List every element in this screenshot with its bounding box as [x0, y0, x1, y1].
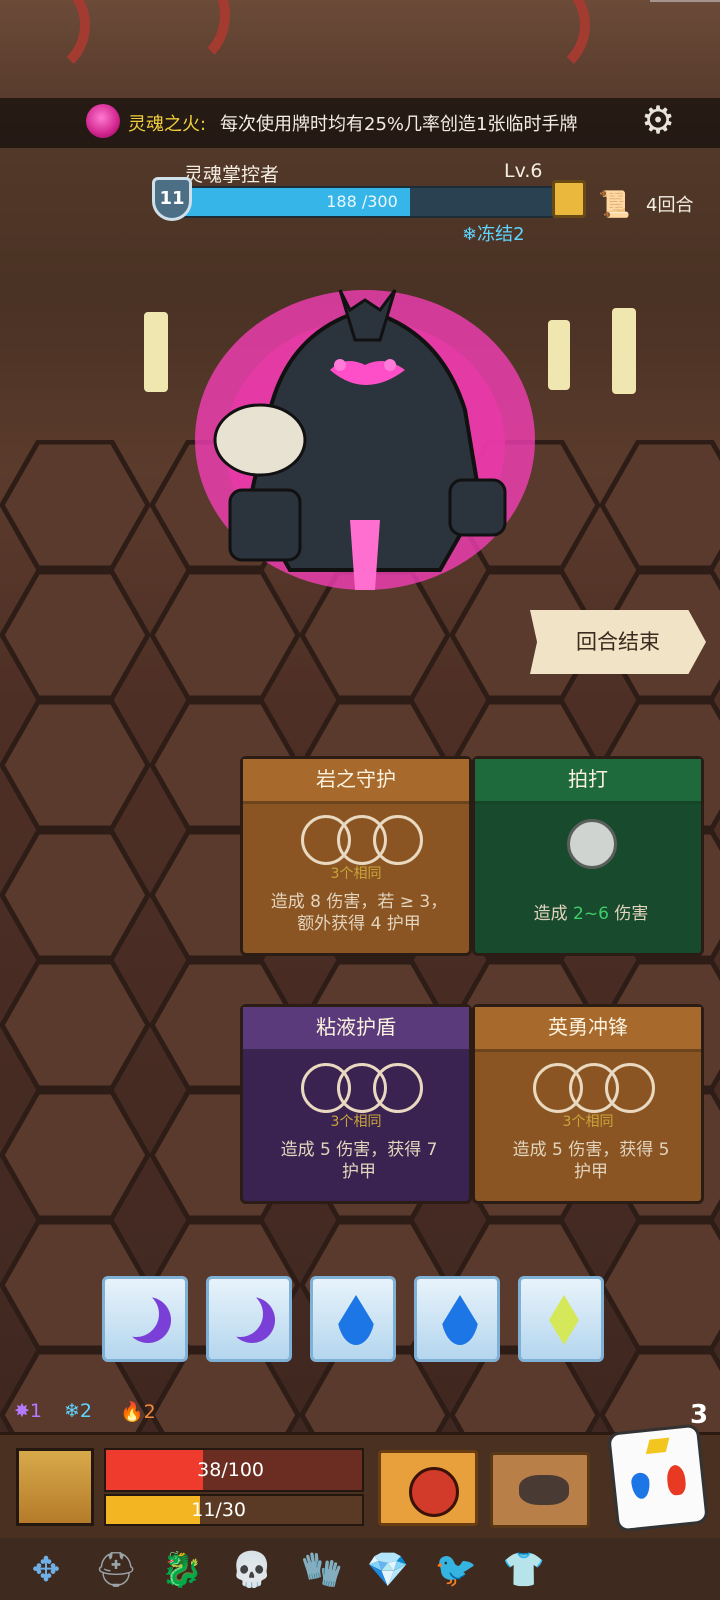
die-moon[interactable]	[102, 1276, 188, 1362]
player-portrait[interactable]	[16, 1448, 94, 1526]
dagger-icon	[519, 1475, 569, 1505]
scroll-icon: 📜	[598, 190, 631, 220]
card-title: 岩之守护	[243, 759, 469, 804]
enemy-hp-bar: 188 /300	[170, 186, 554, 218]
status-fire-count: 2	[143, 1401, 156, 1423]
dice-slot[interactable]	[373, 1063, 423, 1113]
spider-web	[650, 0, 720, 72]
skill-fist-button[interactable]	[378, 1450, 478, 1526]
helmet-icon[interactable]: ⛑	[90, 1544, 142, 1596]
player-energy-text: 11/30	[191, 1499, 246, 1521]
player-hp-text: 38/100	[197, 1459, 264, 1481]
player-energy-bar: 11/30	[104, 1494, 364, 1526]
card-effect-line: 额外获得 4 护甲	[297, 914, 421, 934]
enemy-hp-text: 188 /300	[326, 192, 398, 211]
die-moon[interactable]	[206, 1276, 292, 1362]
blue-dragon-icon[interactable]: 🐉	[156, 1544, 208, 1596]
status-frost-count: 2	[79, 1400, 93, 1422]
fire-icon: 🔥	[120, 1401, 144, 1423]
candle	[612, 308, 636, 394]
pink-flame-skull-icon	[86, 104, 120, 138]
snowflake-icon: ❄	[64, 1400, 80, 1422]
status-fire: 🔥2	[120, 1400, 156, 1423]
damage-range: 2~6	[573, 904, 609, 924]
status-frost: ❄2	[64, 1400, 92, 1422]
dice-slot-icon[interactable]	[567, 819, 617, 869]
card-effect-prefix: 造成	[533, 904, 574, 924]
gauntlet-icon[interactable]: 🧤	[296, 1544, 348, 1596]
compass-icon[interactable]: ✥	[20, 1544, 72, 1596]
card-requirement: 3个相同	[330, 1114, 382, 1130]
moon-icon	[229, 1297, 275, 1343]
golden-bird-icon[interactable]: 🐦	[430, 1544, 482, 1596]
buff-name: 灵魂之火:	[128, 114, 207, 135]
fist-icon	[409, 1467, 459, 1517]
enemy-name: 灵魂掌控者	[184, 164, 280, 186]
card-effect: 造成 2~6 伤害	[483, 903, 699, 925]
card-effect-suffix: 伤害	[608, 904, 649, 924]
blue-tunic-icon[interactable]: 👕	[498, 1544, 550, 1596]
purple-spark-icon: ✸	[14, 1400, 30, 1422]
enemy-level: Lv.6	[504, 160, 543, 182]
candle	[548, 320, 570, 390]
reroll-die-button[interactable]	[607, 1423, 709, 1533]
dice-slots[interactable]	[301, 1063, 423, 1113]
status-purple-count: 1	[29, 1400, 43, 1422]
enemy-armor-value: 11	[159, 188, 185, 209]
water-drop-icon	[630, 1471, 652, 1500]
end-turn-button[interactable]: 回合结束	[530, 610, 706, 674]
buff-description: 每次使用牌时均有25%几率创造1张临时手牌	[220, 114, 578, 135]
card-heroic-charge[interactable]: 英勇冲锋 3个相同 造成 5 伤害，获得 5 护甲	[472, 1004, 704, 1204]
water-drop-icon	[337, 1295, 375, 1345]
dice-slots[interactable]	[533, 1063, 655, 1113]
dice-slot[interactable]	[605, 1063, 655, 1113]
status-purple: ✸1	[14, 1400, 42, 1422]
die-water[interactable]	[414, 1276, 500, 1362]
card-title: 英勇冲锋	[475, 1007, 701, 1052]
enemy-soul-master[interactable]	[180, 270, 550, 620]
moon-icon	[125, 1297, 171, 1343]
settings-gear-icon[interactable]: ⚙	[634, 96, 682, 144]
snowflake-icon: ❄	[462, 224, 478, 245]
card-effect-line: 造成 5 伤害，获得 7	[280, 1140, 438, 1160]
card-effect-line: 造成 8 伤害，若 ≥ 3，	[270, 892, 448, 912]
card-effect: 造成 5 伤害，获得 7 护甲	[251, 1139, 467, 1183]
dice-slots[interactable]	[301, 815, 423, 865]
dice-slot[interactable]	[373, 815, 423, 865]
player-hp-bar: 38/100	[104, 1448, 364, 1492]
die-diamond[interactable]	[518, 1276, 604, 1362]
skill-dagger-button[interactable]	[490, 1452, 590, 1528]
card-title: 拍打	[475, 759, 701, 804]
card-title: 粘液护盾	[243, 1007, 469, 1052]
ruby-amulet-icon[interactable]: 💎	[362, 1544, 414, 1596]
enemy-armor-shield-icon: 11	[152, 177, 192, 221]
water-drop-icon	[441, 1295, 479, 1345]
card-slime-shield[interactable]: 粘液护盾 3个相同 造成 5 伤害，获得 7 护甲	[240, 1004, 472, 1204]
card-requirement: 3个相同	[330, 866, 382, 882]
round-counter: 4回合	[646, 195, 694, 216]
card-effect: 造成 8 伤害，若 ≥ 3， 额外获得 4 护甲	[251, 891, 467, 935]
card-effect-line: 护甲	[342, 1162, 376, 1182]
card-effect: 造成 5 伤害，获得 5 护甲	[483, 1139, 699, 1183]
card-effect-line: 护甲	[574, 1162, 608, 1182]
fire-icon	[665, 1464, 687, 1496]
card-requirement: 3个相同	[562, 1114, 614, 1130]
diamond-icon	[549, 1295, 579, 1345]
card-slap[interactable]: 拍打 造成 2~6 伤害	[472, 756, 704, 956]
candle	[144, 312, 168, 392]
card-effect-line: 造成 5 伤害，获得 5	[512, 1140, 670, 1160]
skull-icon[interactable]: 💀	[226, 1544, 278, 1596]
freeze-status: ❄冻结2	[462, 220, 525, 246]
lightning-icon	[645, 1437, 670, 1455]
card-rock-guard[interactable]: 岩之守护 3个相同 造成 8 伤害，若 ≥ 3， 额外获得 4 护甲	[240, 756, 472, 956]
enemy-intent-icon[interactable]	[552, 180, 586, 218]
freeze-status-label: 冻结2	[477, 224, 525, 245]
die-water[interactable]	[310, 1276, 396, 1362]
